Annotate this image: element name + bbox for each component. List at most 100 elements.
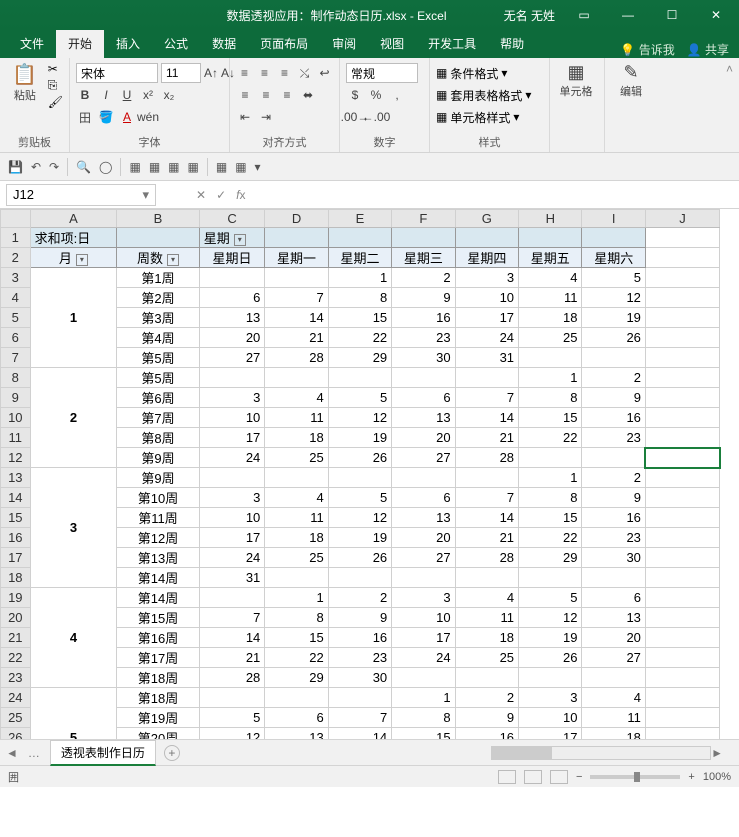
data-cell[interactable]: 28 xyxy=(265,348,328,368)
dec-decimal-icon[interactable]: ←.00 xyxy=(367,108,385,126)
cut-icon[interactable]: ✂ xyxy=(48,62,63,76)
data-cell[interactable]: 31 xyxy=(199,568,265,588)
col-header[interactable]: H xyxy=(519,210,582,228)
data-cell[interactable]: 17 xyxy=(455,308,518,328)
data-cell[interactable]: 2 xyxy=(582,468,645,488)
horizontal-scrollbar[interactable] xyxy=(491,746,711,760)
pivot-row-month[interactable]: 月▾ xyxy=(30,248,117,268)
data-cell[interactable]: 4 xyxy=(265,488,328,508)
data-cell[interactable]: 3 xyxy=(199,388,265,408)
data-cell[interactable]: 28 xyxy=(455,448,518,468)
data-cell[interactable]: 12 xyxy=(582,288,645,308)
row-header[interactable]: 6 xyxy=(1,328,31,348)
currency-icon[interactable]: $ xyxy=(346,86,364,104)
data-cell[interactable]: 23 xyxy=(328,648,391,668)
data-cell[interactable]: 5 xyxy=(519,588,582,608)
cond-format-button[interactable]: ▦ 条件格式 ▾ xyxy=(436,62,543,84)
data-cell[interactable] xyxy=(392,668,455,688)
data-cell[interactable]: 5 xyxy=(328,388,391,408)
row-header[interactable]: 15 xyxy=(1,508,31,528)
data-cell[interactable] xyxy=(328,688,391,708)
empty-cell[interactable] xyxy=(645,268,719,288)
data-cell[interactable]: 1 xyxy=(519,368,582,388)
data-cell[interactable] xyxy=(582,448,645,468)
empty-cell[interactable] xyxy=(645,308,719,328)
data-cell[interactable] xyxy=(199,468,265,488)
data-cell[interactable]: 4 xyxy=(265,388,328,408)
superscript-icon[interactable]: x² xyxy=(139,86,157,104)
border-icon[interactable]: 田 xyxy=(76,108,94,126)
data-cell[interactable]: 4 xyxy=(519,268,582,288)
row-header[interactable]: 12 xyxy=(1,448,31,468)
tellme-icon[interactable]: 💡 告诉我 xyxy=(620,41,674,58)
data-cell[interactable]: 27 xyxy=(199,348,265,368)
close-icon[interactable]: ✕ xyxy=(701,8,731,22)
data-cell[interactable]: 18 xyxy=(265,428,328,448)
data-cell[interactable]: 13 xyxy=(392,508,455,528)
font-color-icon[interactable]: A xyxy=(118,108,136,126)
data-cell[interactable]: 8 xyxy=(392,708,455,728)
row-header[interactable]: 1 xyxy=(1,228,31,248)
data-cell[interactable]: 6 xyxy=(199,288,265,308)
data-cell[interactable]: 7 xyxy=(328,708,391,728)
data-cell[interactable]: 9 xyxy=(392,288,455,308)
empty-cell[interactable] xyxy=(645,648,719,668)
share-button[interactable]: 👤 共享 xyxy=(687,41,729,58)
data-cell[interactable]: 20 xyxy=(392,528,455,548)
data-cell[interactable]: 8 xyxy=(519,488,582,508)
data-cell[interactable] xyxy=(455,668,518,688)
empty-cell[interactable] xyxy=(645,428,719,448)
data-cell[interactable]: 1 xyxy=(519,468,582,488)
data-cell[interactable] xyxy=(199,588,265,608)
wrap-icon[interactable]: ↩ xyxy=(316,64,333,82)
data-cell[interactable]: 30 xyxy=(392,348,455,368)
data-cell[interactable] xyxy=(199,688,265,708)
data-cell[interactable]: 29 xyxy=(328,348,391,368)
zoom-in-icon[interactable]: + xyxy=(688,771,694,783)
data-cell[interactable]: 11 xyxy=(265,408,328,428)
row-header[interactable]: 5 xyxy=(1,308,31,328)
col-header[interactable]: A xyxy=(30,210,117,228)
data-cell[interactable] xyxy=(328,468,391,488)
data-cell[interactable]: 19 xyxy=(582,308,645,328)
data-cell[interactable]: 17 xyxy=(199,428,265,448)
data-cell[interactable]: 16 xyxy=(455,728,518,740)
data-cell[interactable]: 11 xyxy=(455,608,518,628)
data-cell[interactable]: 10 xyxy=(199,408,265,428)
enter-formula-icon[interactable]: ✓ xyxy=(216,188,226,202)
data-cell[interactable]: 19 xyxy=(328,528,391,548)
data-cell[interactable]: 29 xyxy=(519,548,582,568)
data-cell[interactable]: 24 xyxy=(199,548,265,568)
col-header[interactable]: G xyxy=(455,210,518,228)
data-cell[interactable] xyxy=(455,568,518,588)
data-cell[interactable]: 8 xyxy=(519,388,582,408)
data-cell[interactable]: 5 xyxy=(199,708,265,728)
page-layout-view-icon[interactable] xyxy=(524,770,542,784)
data-cell[interactable] xyxy=(265,468,328,488)
data-cell[interactable]: 25 xyxy=(519,328,582,348)
data-cell[interactable]: 21 xyxy=(455,428,518,448)
data-cell[interactable]: 19 xyxy=(519,628,582,648)
subscript-icon[interactable]: x₂ xyxy=(160,86,178,104)
data-cell[interactable]: 4 xyxy=(455,588,518,608)
merge-icon[interactable]: ⬌ xyxy=(299,86,317,104)
qat-more-icon[interactable]: ▾ xyxy=(255,160,261,174)
empty-cell[interactable] xyxy=(645,708,719,728)
data-cell[interactable]: 15 xyxy=(265,628,328,648)
align-right-icon[interactable]: ≡ xyxy=(278,86,296,104)
data-cell[interactable]: 30 xyxy=(328,668,391,688)
comma-icon[interactable]: , xyxy=(388,86,406,104)
row-header[interactable]: 8 xyxy=(1,368,31,388)
align-bottom-icon[interactable]: ≡ xyxy=(276,64,293,82)
row-header[interactable]: 16 xyxy=(1,528,31,548)
data-cell[interactable]: 26 xyxy=(328,448,391,468)
format-painter-icon[interactable]: 🖌 xyxy=(48,95,63,109)
data-cell[interactable]: 7 xyxy=(455,388,518,408)
align-top-icon[interactable]: ≡ xyxy=(236,64,253,82)
empty-cell[interactable] xyxy=(645,388,719,408)
data-cell[interactable]: 25 xyxy=(265,548,328,568)
zoom-slider[interactable] xyxy=(590,775,680,779)
tab-help[interactable]: 帮助 xyxy=(488,29,536,58)
col-header[interactable]: C xyxy=(199,210,265,228)
data-cell[interactable]: 23 xyxy=(582,428,645,448)
